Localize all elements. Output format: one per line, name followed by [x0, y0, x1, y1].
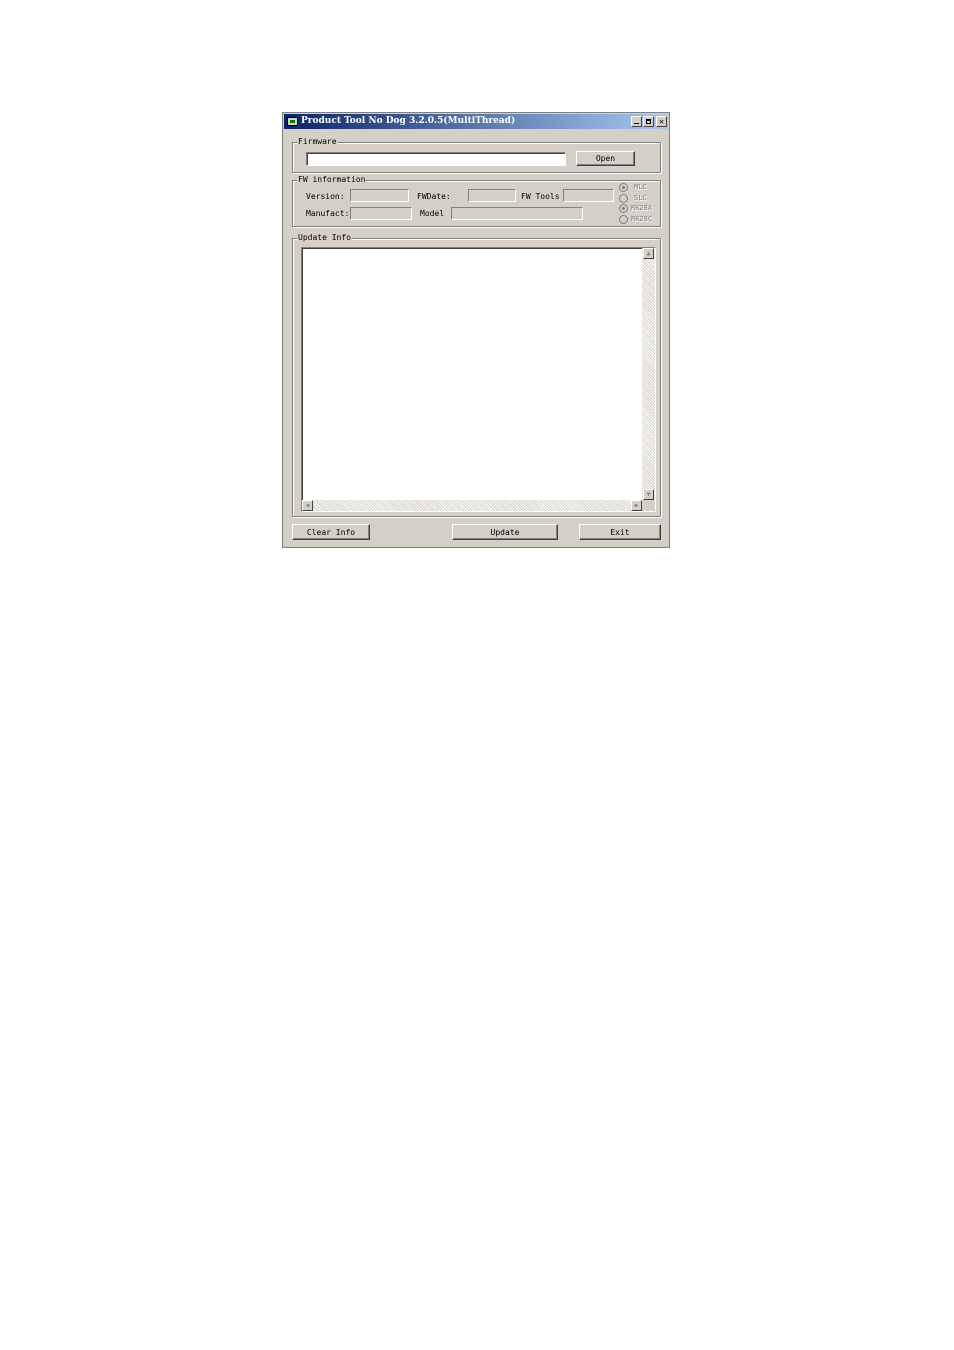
scroll-right-button[interactable]: ▶: [631, 500, 642, 511]
scroll-left-button[interactable]: ◀: [302, 500, 313, 511]
close-button[interactable]: ✕: [656, 116, 667, 127]
maximize-icon: [646, 119, 651, 124]
fwdate-field: [468, 189, 516, 202]
model-field: [451, 207, 583, 220]
update-info-group-label: Update Info: [297, 233, 352, 243]
title-bar[interactable]: Product Tool No Dog 3.2.0.5(MultiThread)…: [284, 114, 668, 129]
radio-slc: [619, 194, 628, 203]
product-tool-window: Product Tool No Dog 3.2.0.5(MultiThread)…: [282, 112, 670, 548]
radio-rk28a-label: RK28A: [631, 204, 653, 212]
fwdate-label: FWDate:: [417, 192, 451, 201]
firmware-group-label: Firmware: [297, 137, 338, 147]
minimize-button[interactable]: [631, 116, 642, 127]
vertical-scrollbar[interactable]: ▲ ▼: [642, 248, 655, 500]
close-icon: ✕: [659, 117, 664, 126]
scroll-down-button[interactable]: ▼: [643, 489, 654, 500]
update-button[interactable]: Update: [452, 524, 558, 540]
radio-rk28c: [619, 215, 628, 224]
manufact-field: [350, 207, 412, 220]
update-log-textarea[interactable]: ▲ ▼ ◀ ▶: [301, 247, 656, 512]
arrow-left-icon: ◀: [305, 502, 310, 509]
radio-rk28a: [619, 204, 628, 213]
scroll-corner: [642, 500, 655, 511]
arrow-up-icon: ▲: [646, 250, 651, 257]
radio-rk28c-label: RK28C: [631, 215, 653, 223]
version-field: [350, 189, 409, 202]
fwtools-field: [563, 189, 614, 202]
version-label: Version:: [306, 192, 345, 201]
fw-information-group: FW information Version: FWDate: FW Tools…: [292, 175, 661, 227]
arrow-down-icon: ▼: [646, 491, 651, 498]
clear-info-button[interactable]: Clear Info: [292, 524, 370, 540]
arrow-right-icon: ▶: [634, 502, 639, 509]
update-info-group: Update Info ▲ ▼ ◀ ▶: [292, 233, 661, 517]
minimize-icon: [634, 123, 639, 124]
horizontal-scrollbar[interactable]: ◀ ▶: [302, 500, 642, 511]
firmware-group: Firmware Open: [292, 137, 661, 173]
app-icon[interactable]: [287, 117, 298, 126]
radio-mlc-label: MLC: [634, 183, 647, 191]
open-button[interactable]: Open: [576, 151, 635, 166]
fwtools-label: FW Tools: [521, 192, 560, 201]
radio-mlc: [619, 183, 628, 192]
maximize-button[interactable]: [643, 116, 654, 127]
manufact-label: Manufact:: [306, 209, 350, 218]
scroll-up-button[interactable]: ▲: [643, 248, 654, 259]
firmware-path-input[interactable]: [306, 152, 566, 166]
exit-button[interactable]: Exit: [579, 524, 661, 540]
fw-information-group-label: FW information: [297, 175, 367, 185]
model-label: Model: [420, 209, 445, 218]
radio-slc-label: SLC: [634, 194, 647, 202]
window-title: Product Tool No Dog 3.2.0.5(MultiThread): [301, 116, 516, 126]
